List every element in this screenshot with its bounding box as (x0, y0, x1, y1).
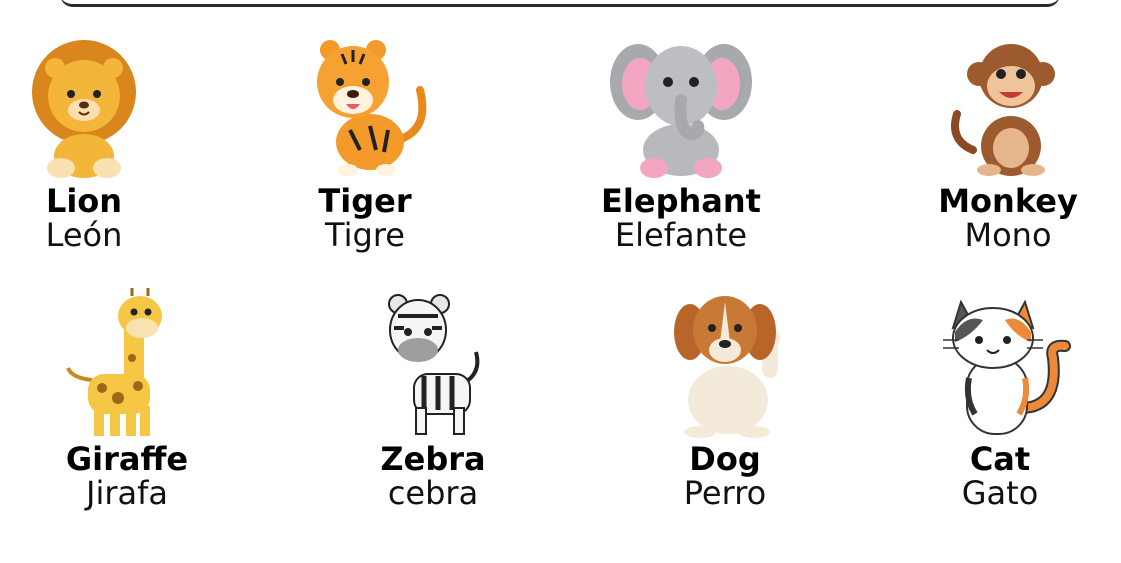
animal-card-zebra: Zebra cebra (323, 288, 543, 510)
english-name: Zebra (380, 440, 486, 478)
lion-icon (32, 40, 136, 178)
elephant-icon (610, 44, 752, 178)
spanish-name: Elefante (614, 216, 748, 254)
top-divider (60, 0, 1060, 7)
english-name: Cat (969, 440, 1031, 478)
animal-card-elephant: Elephant Elefante (571, 30, 791, 252)
zebra-icon (388, 294, 480, 435)
spanish-name: cebra (387, 474, 479, 512)
animal-card-tiger: Tiger Tigre (255, 30, 475, 252)
spanish-name: Jirafa (86, 474, 168, 512)
giraffe-icon (66, 288, 162, 436)
spanish-name: León (45, 216, 123, 254)
monkey-icon (951, 44, 1055, 176)
spanish-name: Tigre (325, 216, 405, 254)
english-name: Lion (45, 182, 123, 220)
animal-card-cat: Cat Gato (890, 288, 1110, 510)
animal-card-lion: Lion León (0, 30, 194, 252)
spanish-name: Perro (683, 474, 767, 512)
tiger-icon (317, 40, 427, 176)
animal-card-dog: Dog Perro (615, 288, 835, 510)
english-name: Elephant (601, 182, 761, 220)
animal-card-monkey: Monkey Mono (898, 30, 1118, 252)
english-name: Monkey (938, 182, 1078, 220)
english-name: Giraffe (65, 440, 189, 478)
spanish-name: Mono (964, 216, 1052, 254)
english-name: Dog (689, 440, 761, 478)
english-name: Tiger (318, 182, 412, 220)
spanish-name: Gato (961, 474, 1039, 512)
animal-card-giraffe: Giraffe Jirafa (17, 288, 237, 510)
dog-icon (674, 296, 780, 438)
cat-icon (943, 299, 1071, 435)
